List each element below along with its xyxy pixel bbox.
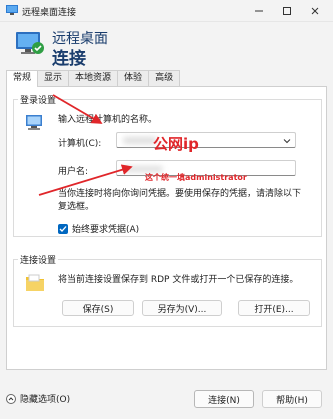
minimize-button[interactable] <box>244 0 274 22</box>
annotation-username-hint: 这个统一填administrator <box>145 173 247 182</box>
tab-advanced[interactable]: 高级 <box>148 70 181 86</box>
minimize-icon <box>255 10 263 12</box>
tab-local-resources[interactable]: 本地资源 <box>68 70 119 86</box>
maximize-icon <box>283 7 291 15</box>
hide-options-label[interactable]: 隐藏选项(O) <box>20 392 70 405</box>
header-banner: 远程桌面 连接 <box>0 22 333 69</box>
general-tab-panel: 登录设置 输入远程计算机的名称。 计算机(C): 用户名: 当你连接时将向你询问… <box>6 86 327 370</box>
tab-bar: 常规 显示 本地资源 体验 高级 <box>6 70 181 87</box>
bottom-bar: 隐藏选项(O) 连接(N) 帮助(H) <box>0 382 333 419</box>
tab-general[interactable]: 常规 <box>6 70 39 87</box>
close-icon <box>311 7 319 15</box>
remote-desktop-icon <box>6 5 18 15</box>
maximize-button[interactable] <box>272 0 302 22</box>
header-title: 连接 <box>52 49 86 69</box>
hide-options-toggle[interactable]: 隐藏选项(O) <box>6 392 70 405</box>
tab-experience[interactable]: 体验 <box>117 70 150 86</box>
remote-desktop-large-icon <box>16 32 44 54</box>
tab-display[interactable]: 显示 <box>37 70 70 86</box>
help-button[interactable]: 帮助(H) <box>262 390 322 408</box>
chevron-up-circle-icon <box>6 393 16 404</box>
annotation-public-ip: 公网ip <box>153 135 199 153</box>
title-bar: 远程桌面连接 <box>0 0 333 22</box>
window-title: 远程桌面连接 <box>22 8 77 18</box>
annotation-arrows <box>38 94 133 196</box>
close-button[interactable] <box>300 0 330 22</box>
connect-button[interactable]: 连接(N) <box>194 390 254 408</box>
